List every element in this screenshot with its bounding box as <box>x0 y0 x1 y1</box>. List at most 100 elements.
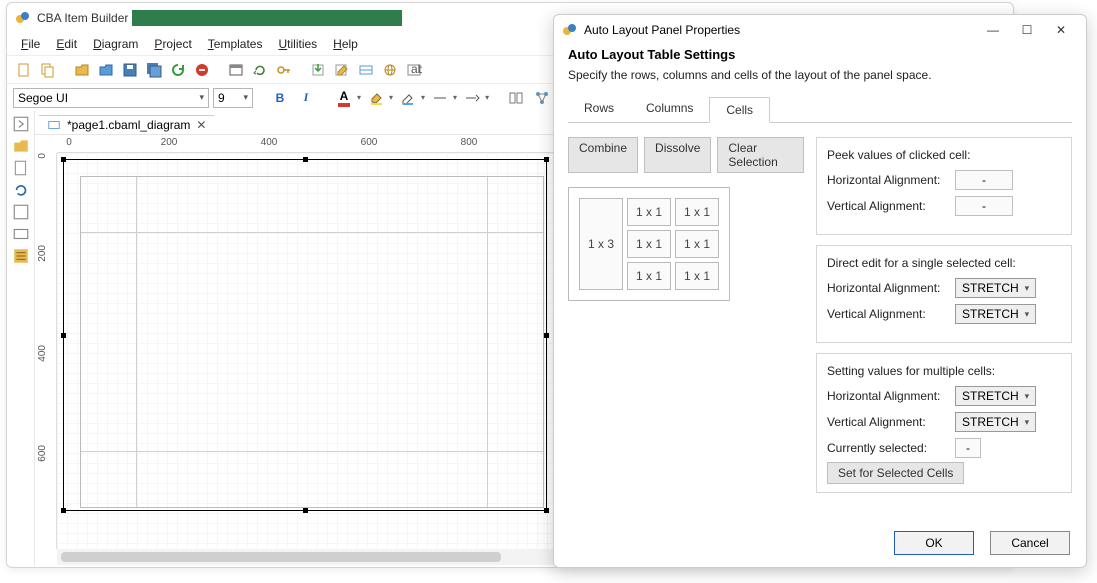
single-h-select[interactable]: STRETCH▾ <box>955 278 1036 298</box>
side-expand-icon[interactable] <box>12 115 30 133</box>
dialog: Auto Layout Panel Properties ― ☐ ✕ Auto … <box>553 14 1087 568</box>
tab-rows[interactable]: Rows <box>568 96 630 122</box>
side-collapse-icon[interactable] <box>12 203 30 221</box>
cell-1-0[interactable]: 1 x 1 <box>627 230 671 258</box>
menu-edit[interactable]: Edit <box>50 35 83 53</box>
side-refresh-icon[interactable] <box>12 181 30 199</box>
new-icon[interactable] <box>13 59 35 81</box>
menu-help[interactable]: Help <box>327 35 364 53</box>
cell-2-0[interactable]: 1 x 1 <box>627 262 671 290</box>
single-v-select[interactable]: STRETCH▾ <box>955 304 1036 324</box>
refresh-icon[interactable] <box>167 59 189 81</box>
menu-utilities[interactable]: Utilities <box>272 35 323 53</box>
dialog-tabs: Rows Columns Cells <box>568 96 1072 123</box>
menu-project[interactable]: Project <box>148 35 197 53</box>
highlight-button[interactable] <box>397 87 419 109</box>
stop-icon[interactable] <box>191 59 213 81</box>
ruler-vertical: 0 200 400 600 <box>35 153 57 549</box>
peek-h-value: - <box>955 170 1013 190</box>
import-icon[interactable] <box>307 59 329 81</box>
peek-group: Peek values of clicked cell: Horizontal … <box>816 137 1072 235</box>
set-selected-button[interactable]: Set for Selected Cells <box>827 462 964 484</box>
dialog-subheading: Specify the rows, columns and cells of t… <box>568 68 1072 82</box>
single-v-label: Vertical Alignment: <box>827 307 955 321</box>
peek-h-label: Horizontal Alignment: <box>827 173 955 187</box>
dissolve-button[interactable]: Dissolve <box>644 137 711 173</box>
window-title: CBA Item Builder <box>37 11 128 25</box>
save-icon[interactable] <box>119 59 141 81</box>
single-group: Direct edit for a single selected cell: … <box>816 245 1072 343</box>
window-icon[interactable] <box>225 59 247 81</box>
multi-curr-value: - <box>955 438 981 458</box>
combine-button[interactable]: Combine <box>568 137 638 173</box>
side-list-icon[interactable] <box>12 247 30 265</box>
doc-tab-icon <box>47 118 61 132</box>
menu-file[interactable]: File <box>15 35 46 53</box>
cell-layout-table: 1 x 3 1 x 1 1 x 1 1 x 1 1 x 1 1 x 1 1 x … <box>568 187 730 301</box>
layout-grid <box>80 176 544 508</box>
cycle-icon[interactable] <box>249 59 271 81</box>
multi-curr-label: Currently selected: <box>827 441 955 455</box>
title-path-redacted <box>132 10 402 26</box>
text-frame-icon[interactable]: ab <box>403 59 425 81</box>
line-style-button[interactable] <box>429 87 451 109</box>
italic-button[interactable]: I <box>295 87 317 109</box>
peek-title: Peek values of clicked cell: <box>827 148 1061 162</box>
edit-icon[interactable] <box>331 59 353 81</box>
menu-templates[interactable]: Templates <box>202 35 269 53</box>
cell-0-1[interactable]: 1 x 1 <box>675 198 719 226</box>
cell-2-1[interactable]: 1 x 1 <box>675 262 719 290</box>
maximize-button[interactable]: ☐ <box>1010 19 1044 41</box>
size-select[interactable]: 9▾ <box>213 88 253 108</box>
multi-group: Setting values for multiple cells: Horiz… <box>816 353 1072 493</box>
menu-diagram[interactable]: Diagram <box>87 35 144 53</box>
bold-button[interactable]: B <box>269 87 291 109</box>
clear-selection-button[interactable]: Clear Selection <box>717 137 804 173</box>
peek-v-label: Vertical Alignment: <box>827 199 955 213</box>
side-folder-icon[interactable] <box>12 137 30 155</box>
dialog-title: Auto Layout Panel Properties <box>584 23 740 37</box>
svg-text:ab: ab <box>411 62 422 76</box>
network-icon[interactable] <box>531 87 553 109</box>
fill-color-button[interactable] <box>365 87 387 109</box>
save-all-icon[interactable] <box>143 59 165 81</box>
multi-h-label: Horizontal Alignment: <box>827 389 955 403</box>
multi-v-label: Vertical Alignment: <box>827 415 955 429</box>
dialog-icon <box>562 22 578 38</box>
font-color-button[interactable]: A <box>333 87 355 109</box>
key-icon[interactable] <box>273 59 295 81</box>
single-title: Direct edit for a single selected cell: <box>827 256 1061 270</box>
open-icon[interactable] <box>71 59 93 81</box>
panel-icon[interactable] <box>355 59 377 81</box>
arrow-style-button[interactable] <box>461 87 483 109</box>
single-h-label: Horizontal Alignment: <box>827 281 955 295</box>
ok-button[interactable]: OK <box>894 531 974 555</box>
app-icon <box>15 10 31 26</box>
globe-icon[interactable] <box>379 59 401 81</box>
cell-1x3[interactable]: 1 x 3 <box>579 198 623 290</box>
folder-blue-icon[interactable] <box>95 59 117 81</box>
tab-cells[interactable]: Cells <box>709 97 770 123</box>
selection-frame[interactable] <box>63 159 547 511</box>
side-panel-icon[interactable] <box>12 225 30 243</box>
side-doc-icon[interactable] <box>12 159 30 177</box>
peek-v-value: - <box>955 196 1013 216</box>
multi-v-select[interactable]: STRETCH▾ <box>955 412 1036 432</box>
multi-h-select[interactable]: STRETCH▾ <box>955 386 1036 406</box>
font-select[interactable]: Segoe UI▾ <box>13 88 209 108</box>
cell-0-0[interactable]: 1 x 1 <box>627 198 671 226</box>
left-sidebar <box>7 111 35 565</box>
multi-title: Setting values for multiple cells: <box>827 364 1061 378</box>
cell-1-1[interactable]: 1 x 1 <box>675 230 719 258</box>
close-button[interactable]: ✕ <box>1044 19 1078 41</box>
minimize-button[interactable]: ― <box>976 19 1010 41</box>
dialog-title-bar: Auto Layout Panel Properties ― ☐ ✕ <box>554 15 1086 45</box>
close-tab-icon[interactable]: ✕ <box>196 118 206 132</box>
cancel-button[interactable]: Cancel <box>990 531 1070 555</box>
align-button[interactable] <box>505 87 527 109</box>
document-tab-label: *page1.cbaml_diagram <box>67 118 190 132</box>
copy-icon[interactable] <box>37 59 59 81</box>
tab-columns[interactable]: Columns <box>630 96 709 122</box>
dialog-heading: Auto Layout Table Settings <box>568 47 1072 62</box>
document-tab[interactable]: *page1.cbaml_diagram ✕ <box>39 115 214 134</box>
